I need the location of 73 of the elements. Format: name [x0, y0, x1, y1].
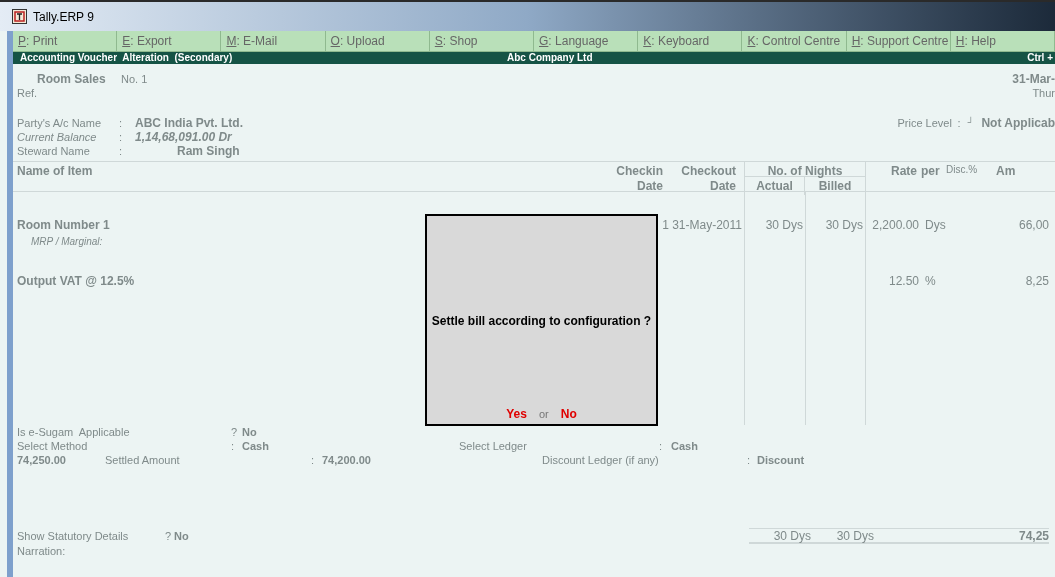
table-cell-text: % [924, 273, 936, 290]
field-value: Discount [757, 452, 805, 468]
dialog-message: Settle bill according to configuration ? [431, 313, 652, 330]
table-cell-text: 1 [662, 217, 670, 234]
separator: : [231, 438, 236, 454]
dialog-option[interactable]: Yes [506, 405, 527, 423]
company-name: Abc Company Ltd [507, 52, 593, 64]
dialog-separator: or [538, 407, 549, 422]
column-header: Actual [745, 177, 805, 195]
app-icon [12, 9, 27, 24]
column-header: Am [996, 163, 1016, 177]
ref-label: Ref. [17, 85, 39, 101]
column-header: Date [710, 178, 736, 192]
item-note: MRP / Marginal: [30, 235, 104, 249]
table-cell-text: Dys [924, 217, 946, 234]
column-header: Checkout [681, 163, 736, 177]
table-cell-text: 30 Dys [825, 217, 864, 234]
column-header: Billed [817, 178, 853, 195]
field-value: Ram Singh [176, 143, 240, 160]
window-title: Tally.ERP 9 [33, 8, 94, 26]
column-header: per [921, 163, 940, 177]
field-label: Select Ledger [459, 438, 528, 454]
shortcut-hint: Ctrl + [1027, 52, 1053, 64]
table-cell-text: 2,200.00 [872, 217, 920, 234]
field-value: 74,200.00 [322, 452, 372, 468]
total-value: 30 Dys [835, 527, 874, 545]
separator: : [119, 129, 124, 145]
field-marker: ┘ [967, 116, 975, 130]
field-value: Not Applicab [981, 115, 1055, 132]
column-header: Date [637, 178, 663, 192]
field-label: Discount Ledger (if any) [542, 452, 660, 468]
separator: : [119, 143, 124, 159]
field-label: Is e-Sugam Applicable [17, 424, 131, 440]
table-cell-text: 12.50 [888, 273, 920, 290]
voucher-number: No. 1 [121, 71, 149, 87]
table-cell-text: 30 Dys [765, 217, 804, 234]
amount-value: 74,250.00 [17, 452, 67, 468]
separator: : [957, 115, 962, 131]
item-name: Output VAT @ 12.5% [17, 273, 136, 290]
column-header: Checkin [616, 163, 663, 177]
table-cell-text: 8,25 [1025, 273, 1050, 290]
column-header: Disc.% [946, 163, 978, 177]
field-label: Settled Amount [105, 452, 181, 468]
field-value: Cash [671, 438, 698, 454]
separator: ? [165, 528, 173, 544]
field-value: Cash [242, 438, 270, 454]
field-label: Show Statutory Details [17, 528, 130, 544]
column-header: Name of Item [17, 163, 93, 177]
field-value: No [242, 424, 257, 440]
field-label: Price Level [897, 115, 953, 131]
item-name: Room Number 1 [17, 217, 111, 234]
field-label: Steward Name [17, 143, 91, 159]
separator: : [311, 452, 316, 468]
separator: : [659, 438, 664, 454]
dialog-option[interactable]: No [560, 405, 577, 423]
separator: ? [231, 424, 239, 440]
total-value: 74,25 [1017, 527, 1049, 545]
column-group-header: No. of Nights [745, 162, 865, 177]
field-value: 1,14,68,091.00 Dr [135, 129, 232, 146]
screen-title: Accounting Voucher Alteration (Secondary) [20, 52, 233, 64]
field-label: Party's A/c Name [17, 115, 102, 131]
total-value: 30 Dys [772, 527, 811, 545]
narration-label: Narration: [17, 544, 67, 557]
column-header: Rate [891, 163, 917, 177]
separator: : [747, 452, 752, 468]
separator: : [119, 115, 124, 131]
field-label: Current Balance [17, 129, 98, 145]
field-value: ABC India Pvt. Ltd. [135, 115, 243, 132]
field-value: No [174, 528, 189, 544]
table-cell-text: 31-May-2011 [672, 217, 743, 234]
table-cell-text: 66,00 [1018, 217, 1050, 234]
voucher-type: Room Sales [36, 71, 107, 88]
field-label: Select Method [17, 438, 89, 454]
